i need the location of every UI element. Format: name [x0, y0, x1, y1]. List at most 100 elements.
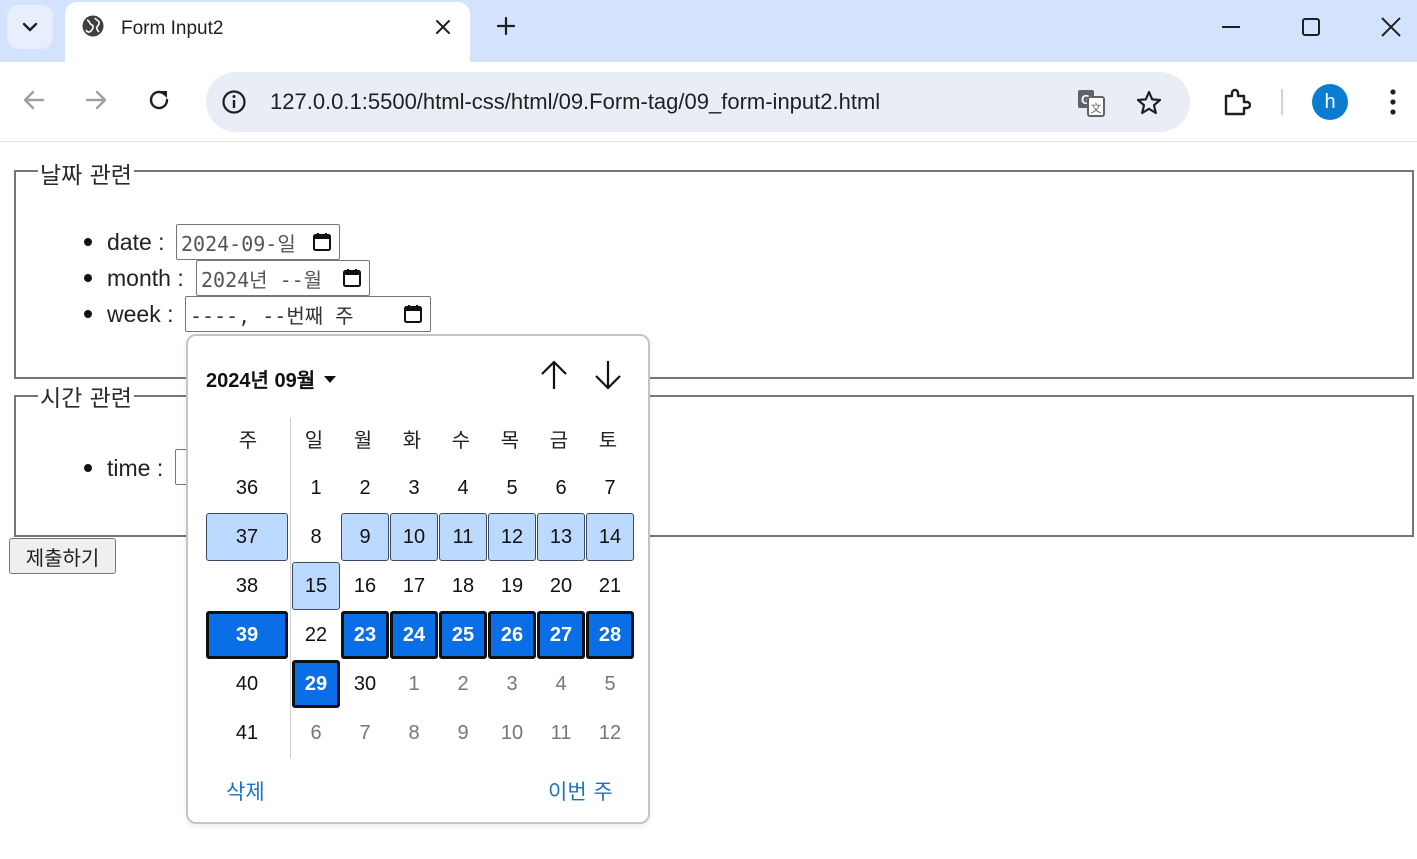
date-label: date : — [107, 228, 165, 255]
week-number-cell[interactable]: 41 — [206, 709, 288, 757]
day-cell[interactable]: 21 — [586, 562, 634, 610]
submit-button[interactable]: 제출하기 — [9, 538, 116, 574]
day-cell[interactable]: 1 — [292, 464, 340, 512]
next-month-button[interactable] — [592, 358, 624, 392]
month-year-selector[interactable]: 2024년 09월 — [206, 364, 337, 393]
week-number-cell[interactable]: 40 — [206, 660, 288, 708]
list-bullet — [84, 238, 92, 246]
week-number-cell[interactable]: 39 — [206, 611, 288, 659]
day-cell[interactable]: 27 — [537, 611, 585, 659]
day-cell[interactable]: 29 — [292, 660, 340, 708]
day-cell[interactable]: 25 — [439, 611, 487, 659]
day-cell[interactable]: 4 — [439, 464, 487, 512]
tab-close-button[interactable] — [431, 15, 455, 39]
day-cell[interactable]: 8 — [292, 513, 340, 561]
month-year-label: 2024년 09월 — [206, 370, 316, 392]
site-info-button[interactable] — [220, 88, 248, 116]
day-cell[interactable]: 9 — [341, 513, 389, 561]
day-cell[interactable]: 6 — [537, 464, 585, 512]
day-cell[interactable]: 1 — [390, 660, 438, 708]
bookmark-star-button[interactable] — [1132, 86, 1166, 120]
calendar-icon[interactable] — [312, 232, 332, 252]
previous-month-button[interactable] — [538, 358, 570, 392]
minimize-button[interactable] — [1211, 10, 1251, 44]
list-bullet — [84, 274, 92, 282]
fieldset-time-legend: 시간 관련 — [38, 379, 134, 413]
translate-icon: G 文 — [1078, 90, 1105, 117]
browser-menu-button[interactable] — [1376, 84, 1410, 120]
puzzle-icon — [1224, 88, 1251, 116]
fieldset-date-legend: 날짜 관련 — [38, 156, 134, 190]
day-cell[interactable]: 30 — [341, 660, 389, 708]
day-cell[interactable]: 4 — [537, 660, 585, 708]
day-cell[interactable]: 9 — [439, 709, 487, 757]
clear-button[interactable]: 삭제 — [226, 776, 265, 806]
new-tab-button[interactable] — [492, 12, 520, 40]
day-cell[interactable]: 7 — [341, 709, 389, 757]
calendar-icon[interactable] — [342, 268, 362, 288]
this-week-button[interactable]: 이번 주 — [548, 776, 613, 806]
week-column-divider — [290, 418, 291, 758]
close-icon — [436, 20, 450, 34]
day-cell[interactable]: 11 — [537, 709, 585, 757]
day-cell[interactable]: 10 — [488, 709, 536, 757]
translate-button[interactable]: G 文 — [1074, 86, 1108, 120]
day-cell[interactable]: 12 — [586, 709, 634, 757]
day-cell[interactable]: 24 — [390, 611, 438, 659]
arrow-right-icon — [85, 90, 107, 110]
day-cell[interactable]: 5 — [586, 660, 634, 708]
window-close-button[interactable] — [1371, 10, 1411, 44]
day-cell[interactable]: 19 — [488, 562, 536, 610]
week-number-cell[interactable]: 38 — [206, 562, 288, 610]
day-cell[interactable]: 3 — [488, 660, 536, 708]
day-cell[interactable]: 18 — [439, 562, 487, 610]
week-column-header: 주 — [238, 428, 258, 452]
day-cell[interactable]: 2 — [439, 660, 487, 708]
week-number-cell[interactable]: 36 — [206, 464, 288, 512]
day-cell[interactable]: 6 — [292, 709, 340, 757]
calendar-icon[interactable] — [403, 304, 423, 324]
extensions-button[interactable] — [1218, 84, 1254, 120]
day-cell[interactable]: 23 — [341, 611, 389, 659]
day-cell[interactable]: 26 — [488, 611, 536, 659]
day-header: 토 — [598, 428, 618, 452]
day-header: 화 — [402, 428, 422, 452]
day-cell[interactable]: 8 — [390, 709, 438, 757]
week-input[interactable]: ----, --번째 주 — [185, 296, 431, 332]
reload-button[interactable] — [141, 82, 177, 118]
week-number-cell[interactable]: 37 — [206, 513, 288, 561]
day-cell[interactable]: 11 — [439, 513, 487, 561]
url-text[interactable]: 127.0.0.1:5500/html-css/html/09.Form-tag… — [270, 89, 880, 115]
list-bullet — [84, 310, 92, 318]
address-bar[interactable]: 127.0.0.1:5500/html-css/html/09.Form-tag… — [206, 72, 1190, 132]
day-cell[interactable]: 12 — [488, 513, 536, 561]
week-label: week : — [107, 300, 174, 327]
day-cell[interactable]: 5 — [488, 464, 536, 512]
day-cell[interactable]: 3 — [390, 464, 438, 512]
maximize-button[interactable] — [1291, 10, 1331, 44]
toolbar-divider — [1281, 89, 1283, 115]
back-button[interactable] — [16, 82, 52, 118]
day-cell[interactable]: 20 — [537, 562, 585, 610]
plus-icon — [496, 16, 516, 36]
day-cell[interactable]: 10 — [390, 513, 438, 561]
info-icon — [222, 90, 246, 114]
day-cell[interactable]: 2 — [341, 464, 389, 512]
day-cell[interactable]: 17 — [390, 562, 438, 610]
more-vert-icon — [1390, 89, 1396, 115]
tab-strip: Form Input2 — [0, 0, 1417, 62]
day-cell[interactable]: 15 — [292, 562, 340, 610]
active-tab[interactable]: Form Input2 — [65, 2, 470, 62]
day-cell[interactable]: 14 — [586, 513, 634, 561]
day-header: 목 — [500, 428, 520, 452]
list-bullet — [84, 464, 92, 472]
caret-down-icon — [324, 375, 337, 383]
day-cell[interactable]: 7 — [586, 464, 634, 512]
day-cell[interactable]: 13 — [537, 513, 585, 561]
profile-avatar[interactable]: h — [1312, 84, 1348, 120]
tab-search-button[interactable] — [7, 5, 53, 49]
day-cell[interactable]: 22 — [292, 611, 340, 659]
forward-button[interactable] — [78, 82, 114, 118]
day-cell[interactable]: 16 — [341, 562, 389, 610]
day-cell[interactable]: 28 — [586, 611, 634, 659]
